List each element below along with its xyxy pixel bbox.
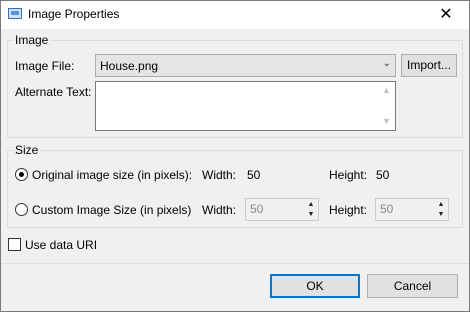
chevron-down-icon: ⌄: [382, 58, 391, 69]
import-button[interactable]: Import...: [401, 54, 457, 77]
image-file-label: Image File:: [15, 59, 75, 73]
cancel-button[interactable]: Cancel: [367, 274, 458, 298]
original-size-radio[interactable]: [15, 168, 28, 181]
size-group-label: Size: [13, 143, 41, 157]
use-data-uri-label[interactable]: Use data URI: [25, 238, 97, 252]
custom-height-spinner[interactable]: 50 ▲ ▼: [375, 198, 449, 221]
original-height-value: 50: [376, 168, 390, 182]
image-group-label: Image: [13, 33, 51, 47]
custom-height-label: Height:: [329, 203, 368, 217]
close-icon[interactable]: ✕: [423, 1, 469, 29]
ok-button[interactable]: OK: [270, 274, 360, 298]
custom-size-label[interactable]: Custom Image Size (in pixels): [32, 203, 191, 217]
alternate-text-label: Alternate Text:: [15, 85, 92, 99]
window-icon: [8, 8, 22, 19]
spin-down-icon[interactable]: ▼: [304, 210, 318, 220]
spin-up-icon[interactable]: ▲: [304, 200, 318, 210]
image-file-value: House.png: [100, 59, 159, 73]
use-data-uri-checkbox[interactable]: [8, 238, 21, 251]
image-properties-dialog: Image Properties ✕ Image Image File: Hou…: [0, 0, 470, 312]
dialog-title: Image Properties: [28, 7, 120, 21]
original-height-label: Height:: [329, 168, 368, 182]
spin-up-icon[interactable]: ▲: [434, 200, 448, 210]
title-bar: Image Properties ✕: [1, 1, 469, 29]
spin-down-icon[interactable]: ▼: [434, 210, 448, 220]
custom-size-radio[interactable]: [15, 203, 28, 216]
alternate-text-scrollbar[interactable]: ▲ ▼: [379, 83, 394, 129]
original-size-label[interactable]: Original image size (in pixels):: [32, 168, 192, 182]
custom-height-value: 50: [380, 202, 394, 216]
custom-width-value: 50: [250, 202, 264, 216]
image-file-combobox[interactable]: House.png ⌄: [95, 54, 396, 77]
footer-divider: [1, 263, 469, 264]
custom-width-label: Width:: [202, 203, 237, 217]
custom-width-spinner[interactable]: 50 ▲ ▼: [245, 198, 319, 221]
alternate-text-input[interactable]: ▲ ▼: [95, 81, 396, 131]
original-width-label: Width:: [202, 168, 237, 182]
scroll-down-icon[interactable]: ▼: [379, 114, 394, 129]
scroll-up-icon[interactable]: ▲: [379, 83, 394, 98]
original-width-value: 50: [247, 168, 261, 182]
